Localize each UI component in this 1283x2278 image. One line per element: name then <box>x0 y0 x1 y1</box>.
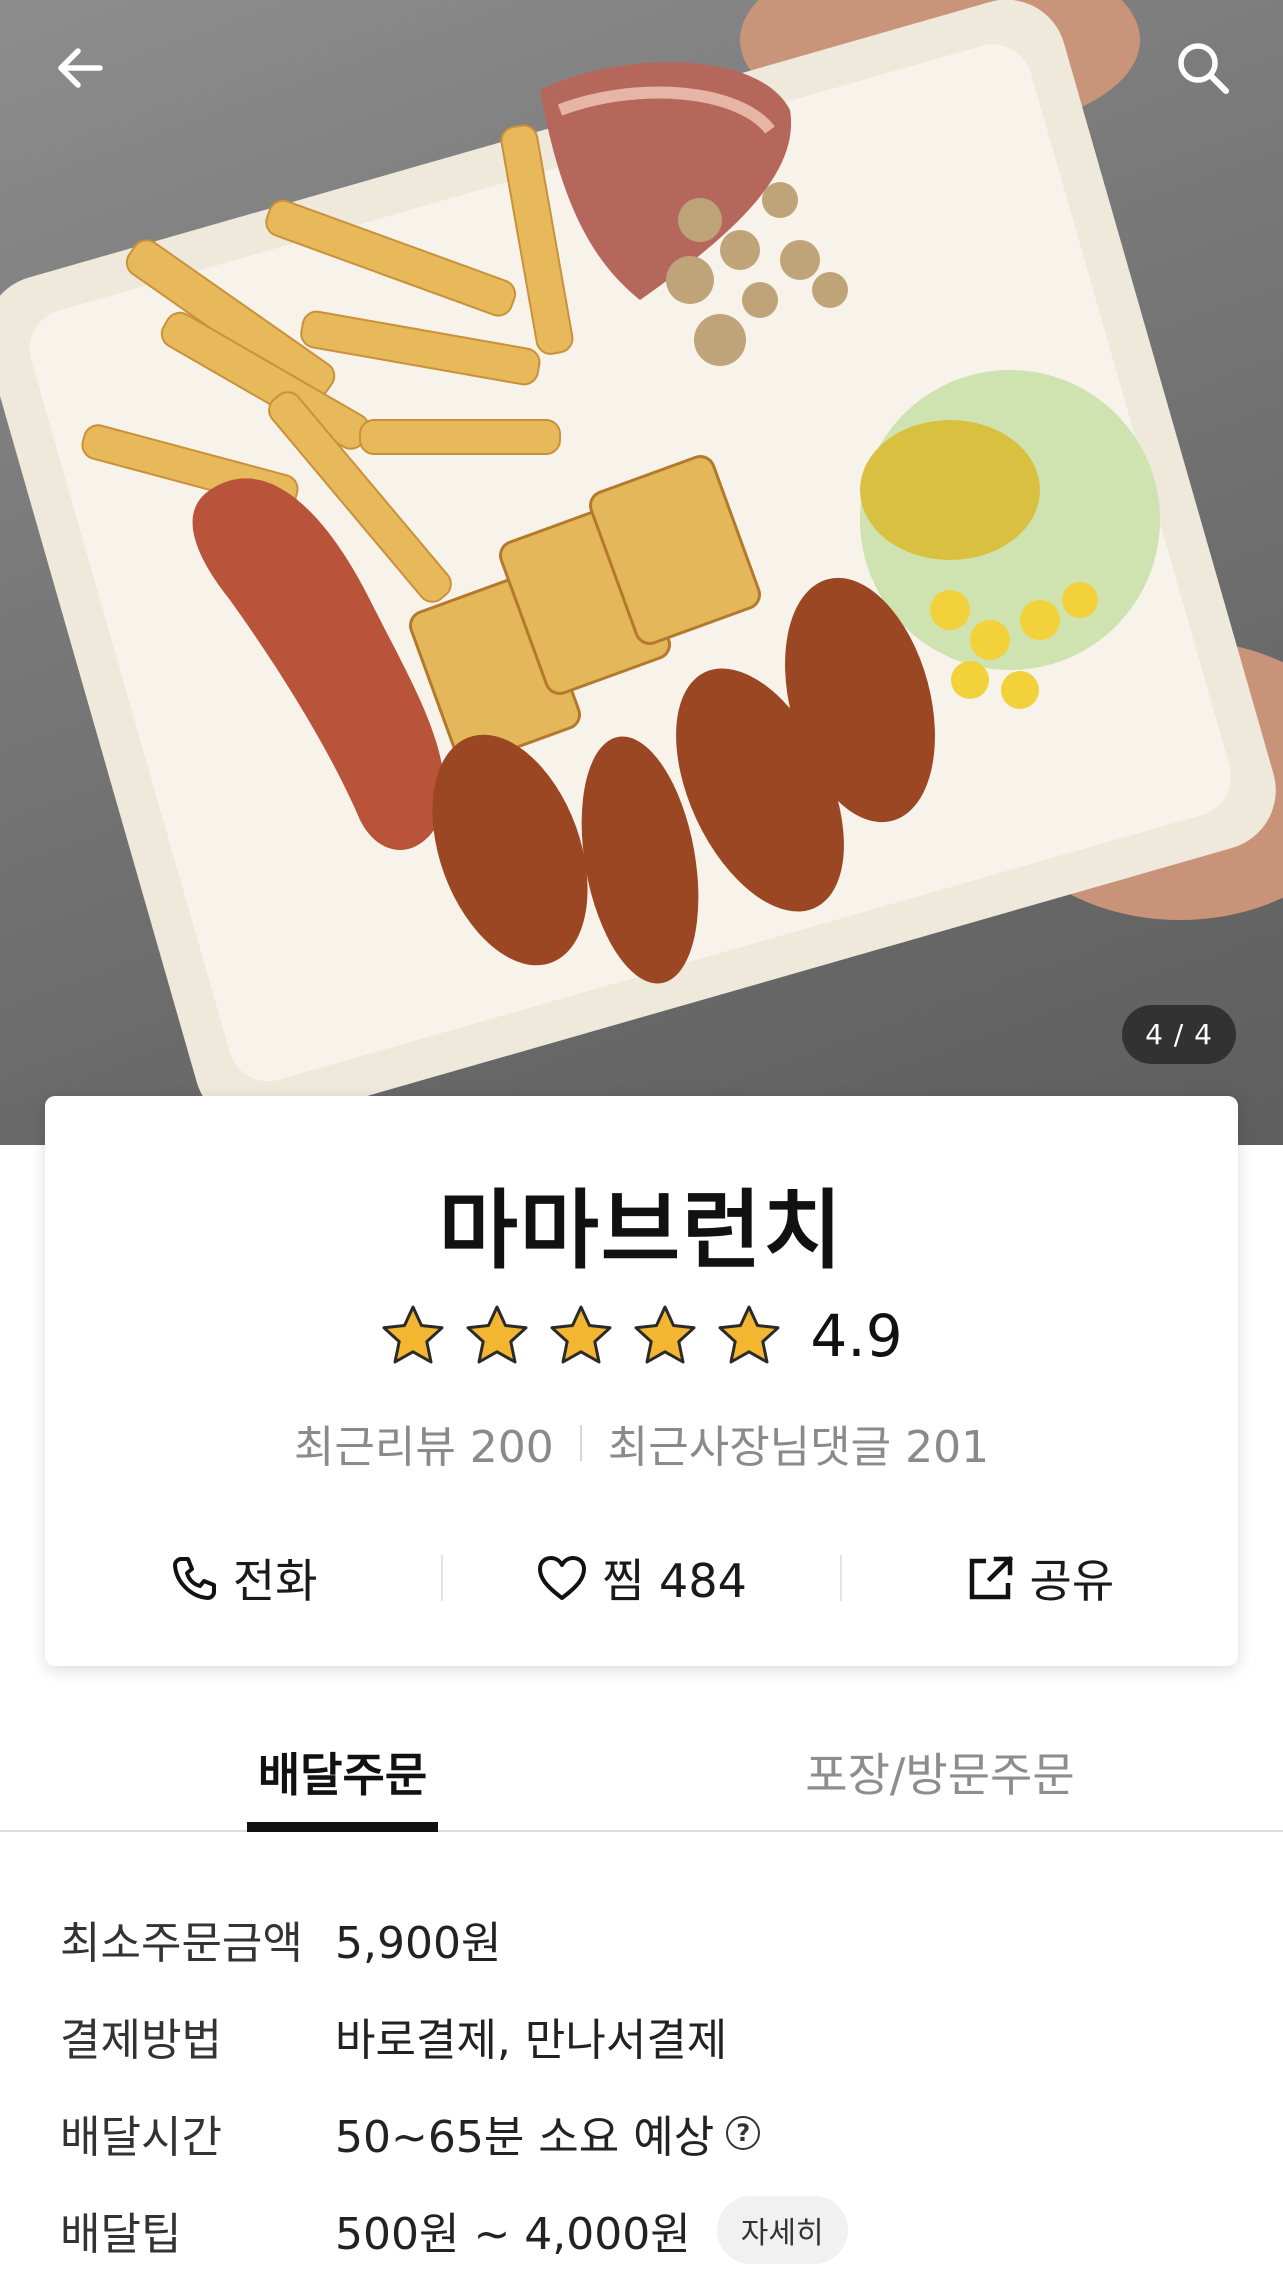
action-row: 전화 찜 484 공유 <box>45 1540 1238 1616</box>
info-value: 50~65분 소요 예상 <box>335 2111 715 2163</box>
phone-icon <box>172 1557 216 1600</box>
share-button[interactable]: 공유 <box>842 1540 1238 1616</box>
heart-icon <box>538 1556 587 1600</box>
back-button[interactable] <box>42 30 118 106</box>
call-label: 전화 <box>232 1554 318 1608</box>
info-row-payment: 결제방법 바로결제, 만나서결제 <box>60 1987 1230 2084</box>
tab-pickup[interactable]: 포장/방문주문 <box>780 1715 1100 1828</box>
delivery-info: 최소주문금액 5,900원 결제방법 바로결제, 만나서결제 배달시간 50~6… <box>60 1890 1230 2278</box>
search-icon <box>1178 43 1229 94</box>
info-row-delivery-time: 배달시간 50~65분 소요 예상 ? <box>60 2084 1230 2181</box>
rating-stars <box>380 1303 782 1369</box>
star-icon <box>382 1305 444 1364</box>
rating-row: 4.9 <box>0 1302 1283 1370</box>
info-value: 5,900원 <box>335 1917 502 1969</box>
rating-value: 4.9 <box>810 1302 903 1370</box>
share-label: 공유 <box>1029 1554 1115 1608</box>
info-row-min-order: 최소주문금액 5,900원 <box>60 1890 1230 1987</box>
info-value: 500원 ~ 4,000원 <box>335 2208 691 2260</box>
owner-replies[interactable]: 최근사장님댓글 201 <box>608 1411 989 1475</box>
image-counter: 4 / 4 <box>1122 1005 1236 1064</box>
star-icon <box>466 1305 528 1364</box>
like-button[interactable]: 찜 484 <box>443 1540 839 1616</box>
food-photo <box>0 0 1283 1126</box>
info-label: 결제방법 <box>60 2014 222 2066</box>
tab-delivery[interactable]: 배달주문 <box>247 1715 438 1832</box>
search-button[interactable] <box>1165 30 1241 106</box>
info-row-delivery-tip: 배달팁 500원 ~ 4,000원 자세히 <box>60 2181 1230 2278</box>
recent-reviews[interactable]: 최근리뷰 200 <box>294 1411 554 1475</box>
arrow-left-icon <box>58 48 103 88</box>
star-icon <box>550 1305 612 1364</box>
order-type-tabs: 배달주문 포장/방문주문 <box>0 1715 1283 1832</box>
details-button[interactable]: 자세히 <box>716 2195 848 2264</box>
info-label: 배달시간 <box>60 2111 222 2163</box>
info-value: 바로결제, 만나서결제 <box>335 2014 728 2066</box>
like-label: 찜 484 <box>602 1554 747 1608</box>
review-stats: 최근리뷰 200 최근사장님댓글 201 <box>0 1411 1283 1475</box>
help-icon[interactable]: ? <box>726 2115 761 2150</box>
divider <box>579 1425 582 1461</box>
star-icon <box>634 1305 696 1364</box>
star-icon <box>718 1305 780 1364</box>
share-icon <box>969 1555 1013 1600</box>
info-label: 최소주문금액 <box>60 1917 303 1969</box>
call-button[interactable]: 전화 <box>45 1540 441 1616</box>
shop-name: 마마브런치 <box>438 1181 845 1281</box>
hero-image[interactable]: 4 / 4 <box>0 0 1283 1145</box>
info-label: 배달팁 <box>60 2208 182 2260</box>
